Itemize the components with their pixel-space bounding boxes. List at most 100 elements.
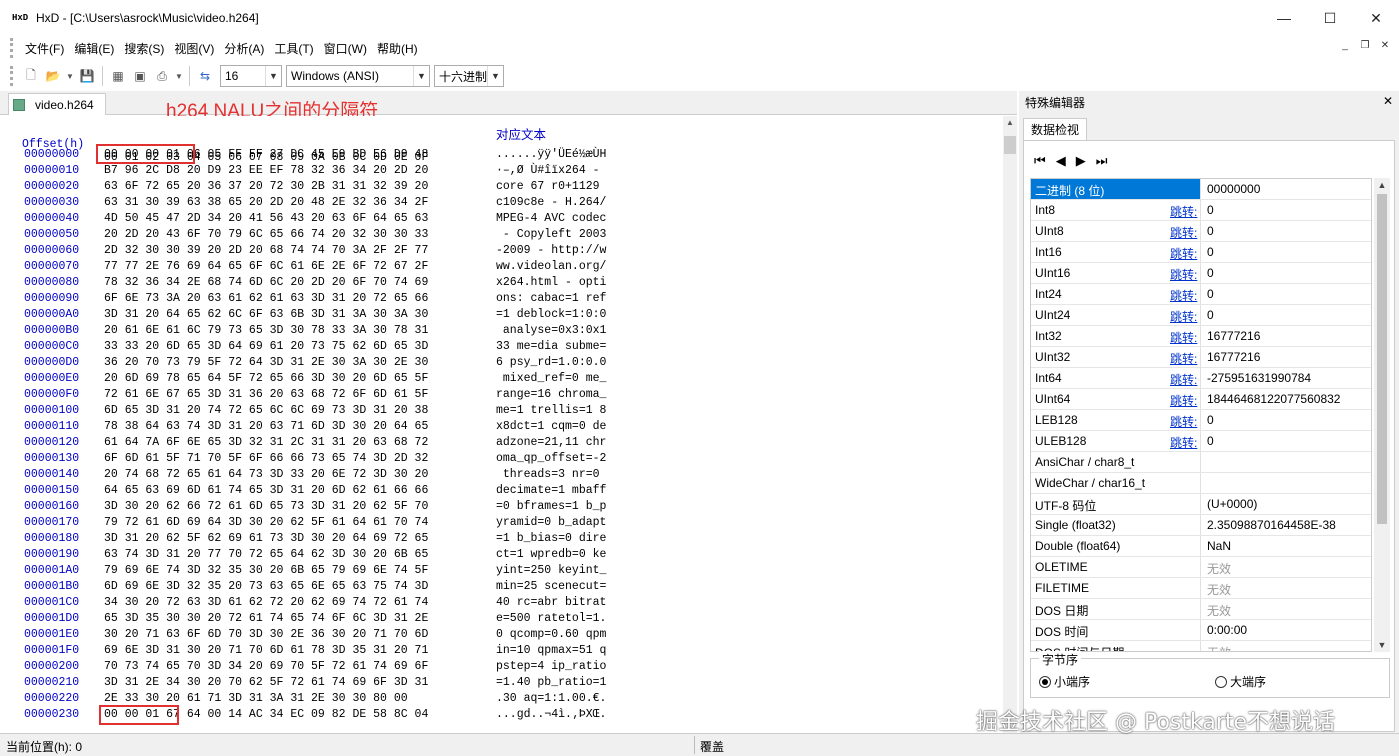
row-bytes[interactable]: 3D 31 2E 34 30 20 70 62 5F 72 61 74 69 6… bbox=[104, 676, 428, 689]
jump-link[interactable]: 跳转: bbox=[1170, 371, 1197, 388]
row-bytes[interactable]: 63 74 3D 31 20 77 70 72 65 64 62 3D 30 2… bbox=[104, 548, 428, 561]
row-text[interactable]: =1.40 pb_ratio=1 bbox=[496, 676, 606, 689]
row-bytes[interactable]: 64 65 63 69 6D 61 74 65 3D 31 20 6D 62 6… bbox=[104, 484, 428, 497]
menu-analysis[interactable]: 分析(A) bbox=[219, 40, 269, 57]
row-bytes[interactable]: 63 6F 72 65 20 36 37 20 72 30 2B 31 31 3… bbox=[104, 180, 428, 193]
inspector-row[interactable]: LEB128 跳转: 0 bbox=[1031, 410, 1371, 431]
row-bytes[interactable]: 20 74 68 72 65 61 64 73 3D 33 20 6E 72 3… bbox=[104, 468, 428, 481]
inspector-row[interactable]: UInt24 跳转: 0 bbox=[1031, 305, 1371, 326]
jump-link[interactable]: 跳转: bbox=[1170, 329, 1197, 346]
jump-link[interactable]: 跳转: bbox=[1170, 350, 1197, 367]
inspector-row[interactable]: Int16 跳转: 0 bbox=[1031, 242, 1371, 263]
row-bytes[interactable]: 3D 31 20 64 65 62 6C 6F 63 6B 3D 31 3A 3… bbox=[104, 308, 428, 321]
row-text[interactable]: me=1 trellis=1 8 bbox=[496, 404, 606, 417]
inspector-value[interactable]: (U+0000) bbox=[1207, 497, 1257, 511]
row-text[interactable]: ......ÿÿ'ÜEé½æÙH bbox=[496, 148, 606, 161]
inspector-value[interactable]: 18446468122077560832 bbox=[1207, 392, 1340, 406]
close-icon[interactable]: ✕ bbox=[1383, 94, 1393, 108]
inspector-value[interactable]: 无效 bbox=[1207, 560, 1231, 577]
row-text[interactable]: e=500 ratetol=1. bbox=[496, 612, 606, 625]
inspector-row[interactable]: FILETIME 无效 bbox=[1031, 578, 1371, 599]
row-bytes[interactable]: 70 73 74 65 70 3D 34 20 69 70 5F 72 61 7… bbox=[104, 660, 428, 673]
inspector-value[interactable]: 16777216 bbox=[1207, 350, 1260, 364]
tab-video-h264[interactable]: video.h264 bbox=[8, 93, 106, 115]
mdi-restore-icon[interactable]: ❐ bbox=[1357, 40, 1373, 54]
inspector-value[interactable]: 0 bbox=[1207, 413, 1214, 427]
menu-edit[interactable]: 编辑(E) bbox=[69, 40, 119, 57]
inspector-row[interactable]: WideChar / char16_t bbox=[1031, 473, 1371, 494]
inspector-row[interactable]: AnsiChar / char8_t bbox=[1031, 452, 1371, 473]
row-bytes[interactable]: 63 31 30 39 63 38 65 20 2D 20 48 2E 32 3… bbox=[104, 196, 428, 209]
edit-mode[interactable]: 覆盖 bbox=[700, 738, 724, 755]
inspector-value[interactable]: 0 bbox=[1207, 434, 1214, 448]
row-text[interactable]: x8dct=1 cqm=0 de bbox=[496, 420, 606, 433]
inspector-row[interactable]: Single (float32) 2.35098870164458E-38 bbox=[1031, 515, 1371, 536]
row-bytes[interactable]: 78 32 36 34 2E 68 74 6D 6C 20 2D 20 6F 7… bbox=[104, 276, 428, 289]
inspector-value[interactable]: 无效 bbox=[1207, 602, 1231, 619]
row-text[interactable]: mixed_ref=0 me_ bbox=[496, 372, 607, 385]
row-bytes[interactable]: 2E 33 30 20 61 71 3D 31 3A 31 2E 30 30 8… bbox=[104, 692, 408, 705]
new-file-icon[interactable]: 🗋 bbox=[22, 67, 40, 85]
row-text[interactable]: =0 bframes=1 b_p bbox=[496, 500, 606, 513]
inspector-row[interactable]: DOS 时间与日期无效 bbox=[1031, 641, 1371, 651]
row-text[interactable]: min=25 scenecut= bbox=[496, 580, 606, 593]
row-text[interactable]: yramid=0 b_adapt bbox=[496, 516, 606, 529]
jump-link[interactable]: 跳转: bbox=[1170, 266, 1197, 283]
inspector-value[interactable]: 2.35098870164458E-38 bbox=[1207, 518, 1336, 532]
inspector-row[interactable]: UInt8 跳转: 0 bbox=[1031, 221, 1371, 242]
row-bytes[interactable]: 6D 69 6E 3D 32 35 20 73 63 65 6E 65 63 7… bbox=[104, 580, 428, 593]
inspector-row[interactable]: Double (float64) NaN bbox=[1031, 536, 1371, 557]
inspector-row[interactable]: DOS 日期 无效 bbox=[1031, 599, 1371, 620]
row-text[interactable]: adzone=21,11 chr bbox=[496, 436, 606, 449]
jump-link[interactable]: 跳转: bbox=[1170, 203, 1197, 220]
inspector-value[interactable]: 00000000 bbox=[1207, 182, 1260, 196]
inspector-row[interactable]: UInt64 跳转: 18446468122077560832 bbox=[1031, 389, 1371, 410]
scroll-thumb[interactable] bbox=[1004, 136, 1016, 154]
row-bytes[interactable]: 6F 6D 61 5F 71 70 5F 6F 66 66 73 65 74 3… bbox=[104, 452, 428, 465]
big-endian-radio[interactable]: 大端序 bbox=[1215, 673, 1266, 690]
close-button[interactable]: ✕ bbox=[1353, 0, 1399, 36]
menu-view[interactable]: 视图(V) bbox=[169, 40, 219, 57]
row-text[interactable]: -2009 - http://w bbox=[496, 244, 606, 257]
inspector-value[interactable]: 0 bbox=[1207, 308, 1214, 322]
inspector-row[interactable]: DOS 时间 0:00:00 bbox=[1031, 620, 1371, 641]
row-text[interactable]: 33 me=dia subme= bbox=[496, 340, 606, 353]
scroll-thumb[interactable] bbox=[1377, 194, 1387, 524]
row-text[interactable]: ct=1 wpredb=0 ke bbox=[496, 548, 606, 561]
row-bytes[interactable]: 77 77 2E 76 69 64 65 6F 6C 61 6E 2E 6F 7… bbox=[104, 260, 428, 273]
hex-vertical-scrollbar[interactable]: ▲ bbox=[1003, 116, 1017, 733]
row-bytes[interactable]: 20 6D 69 78 65 64 5F 72 65 66 3D 30 20 6… bbox=[104, 372, 428, 385]
row-bytes[interactable]: 69 6E 3D 31 30 20 71 70 6D 61 78 3D 35 3… bbox=[104, 644, 428, 657]
inspector-value[interactable]: 0 bbox=[1207, 287, 1214, 301]
dropdown-arrow-icon[interactable]: ▼ bbox=[66, 67, 74, 85]
row-bytes[interactable]: 3D 31 20 62 5F 62 69 61 73 3D 30 20 64 6… bbox=[104, 532, 428, 545]
first-icon[interactable]: ⏮ bbox=[1034, 153, 1046, 169]
mdi-close-icon[interactable]: ✕ bbox=[1377, 40, 1393, 54]
row-bytes[interactable]: 6F 6E 73 3A 20 63 61 62 61 63 3D 31 20 7… bbox=[104, 292, 428, 305]
previous-icon[interactable]: ◀ bbox=[1056, 153, 1066, 169]
row-bytes[interactable]: 30 20 71 63 6F 6D 70 3D 30 2E 36 30 20 7… bbox=[104, 628, 428, 641]
inspector-value[interactable]: 0 bbox=[1207, 224, 1214, 238]
print-icon[interactable]: ⎙ bbox=[153, 67, 171, 85]
inspector-value[interactable]: 无效 bbox=[1207, 644, 1231, 651]
row-bytes[interactable]: 72 61 6E 67 65 3D 31 36 20 63 68 72 6F 6… bbox=[104, 388, 428, 401]
row-text[interactable]: pstep=4 ip_ratio bbox=[496, 660, 606, 673]
inspector-row[interactable]: Int64 跳转: -275951631990784 bbox=[1031, 368, 1371, 389]
inspector-row[interactable]: OLETIME 无效 bbox=[1031, 557, 1371, 578]
menu-file[interactable]: 文件(F) bbox=[20, 40, 69, 57]
row-text[interactable]: MPEG-4 AVC codec bbox=[496, 212, 606, 225]
row-bytes[interactable]: 2D 32 30 30 39 20 2D 20 68 74 74 70 3A 2… bbox=[104, 244, 428, 257]
little-endian-radio[interactable]: 小端序 bbox=[1039, 673, 1090, 690]
jump-link[interactable]: 跳转: bbox=[1170, 413, 1197, 430]
open-ram-icon[interactable]: ▣ bbox=[131, 67, 149, 85]
row-text[interactable]: yint=250 keyint_ bbox=[496, 564, 606, 577]
row-text[interactable]: in=10 qpmax=51 q bbox=[496, 644, 606, 657]
bytes-per-row-select[interactable]: 16 ▼ bbox=[220, 65, 282, 87]
tab-data-inspector[interactable]: 数据检视 bbox=[1023, 118, 1087, 140]
menu-window[interactable]: 窗口(W) bbox=[319, 40, 372, 57]
row-bytes[interactable]: 6D 65 3D 31 20 74 72 65 6C 6C 69 73 3D 3… bbox=[104, 404, 428, 417]
next-icon[interactable]: ▶ bbox=[1076, 153, 1086, 169]
row-text[interactable]: ...gd..¬4ì.‚ÞXŒ. bbox=[496, 708, 606, 721]
inspector-value[interactable]: 16777216 bbox=[1207, 329, 1260, 343]
row-text[interactable]: =1 b_bias=0 dire bbox=[496, 532, 606, 545]
